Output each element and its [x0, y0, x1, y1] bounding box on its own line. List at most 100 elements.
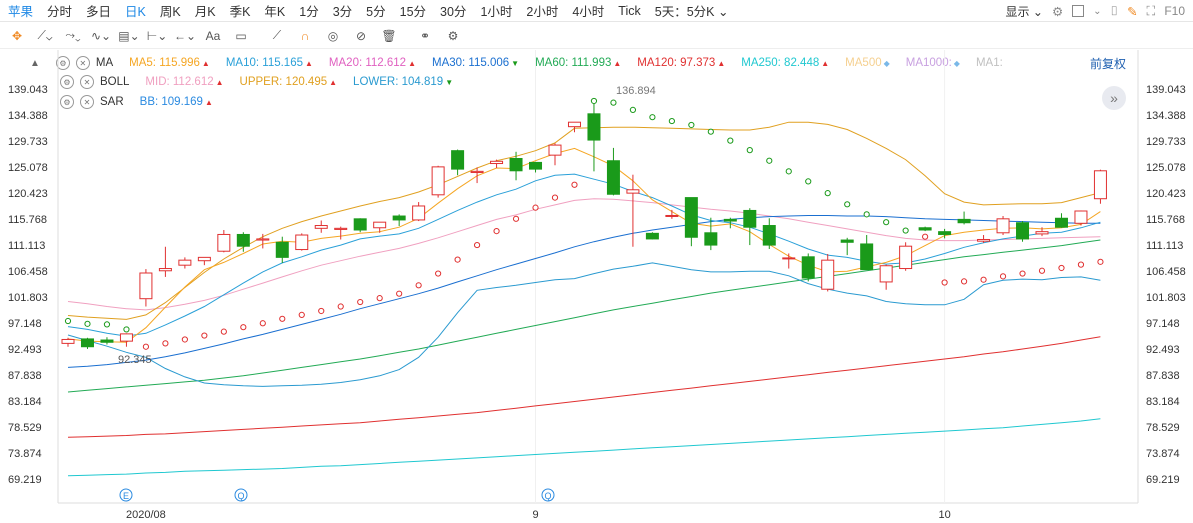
period-tab-11[interactable]: 30分	[440, 1, 466, 20]
period-bar: 苹果 分时 多日 日K 周K 月K 季K 年K 1分 3分 5分 15分 30分 1小时 2小时 4小时 Tic…	[0, 0, 1193, 22]
chevron-down-icon[interactable]: ⌄	[1093, 6, 1101, 17]
candle-body	[957, 218, 971, 224]
candle-body	[782, 257, 796, 260]
symbol-tab[interactable]: 苹果	[8, 1, 33, 20]
sar-dot	[746, 147, 753, 154]
y-tick-right: 125.078	[1146, 162, 1186, 174]
y-tick-left: 120.423	[8, 188, 48, 200]
period-tab-1[interactable]: 多日	[86, 1, 111, 20]
candle-body	[548, 144, 562, 156]
sar-dot	[922, 233, 929, 240]
ruler-tool-icon[interactable]: ⟋	[266, 25, 288, 47]
sar-dot	[824, 190, 831, 197]
sar-dot	[844, 201, 851, 208]
hide-drawings-icon[interactable]: ◎	[322, 25, 344, 47]
candle-body	[295, 234, 309, 251]
candle-body	[1016, 222, 1030, 240]
y-tick-left: 139.043	[8, 84, 48, 96]
sar-dot	[980, 276, 987, 283]
checkbox-icon[interactable]	[1072, 5, 1085, 17]
y-tick-left: 125.078	[8, 162, 48, 174]
period-tab-3[interactable]: 周K	[160, 1, 181, 20]
candle-body	[743, 209, 757, 228]
candle-body	[80, 338, 94, 348]
period-tab-15[interactable]: Tick	[618, 4, 640, 18]
display-menu[interactable]: 显示 ⌄	[1006, 3, 1043, 20]
sar-dot	[259, 320, 266, 327]
period-tab-13[interactable]: 2小时	[526, 1, 558, 20]
candle-body	[821, 259, 835, 290]
period-tab-16[interactable]: 5天：5分K ⌄	[655, 1, 729, 20]
sar-dot	[201, 332, 208, 339]
x-tick-label: 2020/08	[126, 509, 166, 521]
lock-icon[interactable]: ⊘	[350, 25, 372, 47]
link-icon[interactable]: ⚭	[414, 25, 436, 47]
fullscreen-icon[interactable]: ⛶	[1147, 4, 1156, 19]
candle-body	[762, 225, 776, 246]
candle-body	[918, 227, 932, 231]
y-tick-right: 69.219	[1146, 474, 1180, 486]
period-tab-9[interactable]: 5分	[366, 1, 385, 20]
settings-icon[interactable]: ⚙	[1052, 4, 1063, 19]
wave-tool-icon[interactable]: ∿⌄	[90, 25, 112, 47]
f10-button[interactable]: F10	[1164, 4, 1185, 18]
candle-body	[1035, 231, 1049, 235]
period-tab-12[interactable]: 1小时	[480, 1, 512, 20]
candle-body	[61, 338, 75, 344]
x-tick-label: 9	[532, 509, 538, 521]
period-tab-10[interactable]: 15分	[400, 1, 426, 20]
sar-dot	[493, 228, 500, 235]
range-tool-icon[interactable]: ⊢⌄	[146, 25, 168, 47]
candle-body	[314, 225, 328, 229]
candle-body	[860, 243, 874, 271]
candle-body	[275, 241, 289, 258]
period-tab-2[interactable]: 日K	[125, 1, 146, 20]
camera-icon[interactable]: ⌷	[1111, 4, 1119, 19]
period-tab-8[interactable]: 3分	[333, 1, 352, 20]
period-tab-7[interactable]: 1分	[299, 1, 318, 20]
y-tick-right: 83.184	[1146, 396, 1180, 408]
sar-dot	[103, 321, 111, 328]
period-tab-5[interactable]: 季K	[230, 1, 251, 20]
text-tool-icon[interactable]: Aa	[202, 25, 224, 47]
sar-dot	[629, 106, 637, 114]
magnet-icon[interactable]: ∩	[294, 25, 316, 47]
candle-body	[1054, 217, 1068, 228]
y-tick-left: 101.803	[8, 292, 48, 304]
candle-body	[645, 232, 659, 240]
sar-dot	[298, 311, 305, 318]
sar-dot	[688, 121, 695, 129]
y-tick-right: 139.043	[1146, 84, 1186, 96]
event-marker-label: Q	[237, 491, 244, 501]
comment-tool-icon[interactable]: ▭	[230, 25, 252, 47]
candle-body	[840, 239, 854, 243]
y-tick-left: 115.768	[8, 214, 47, 226]
period-tab-14[interactable]: 4小时	[572, 1, 604, 20]
trend-tool-icon[interactable]: ⤳⌄	[62, 25, 84, 47]
sar-dot	[883, 219, 890, 226]
measure-tool-icon[interactable]: ▤⌄	[118, 25, 140, 47]
candle-body	[334, 227, 348, 230]
candle-body	[256, 238, 270, 241]
trash-icon[interactable]: 🗑	[378, 25, 400, 47]
line-tool-icon[interactable]: ⟋⌄	[34, 25, 56, 47]
y-tick-left: 111.113	[8, 240, 45, 252]
sar-dot	[785, 168, 792, 175]
period-tab-0[interactable]: 分时	[47, 1, 72, 20]
y-tick-right: 134.388	[1146, 110, 1186, 122]
candlestick-chart[interactable]: 139.043 139.043 134.388 134.388 129.733 129.7…	[0, 50, 1193, 523]
sar-dot	[1077, 261, 1085, 268]
crosshair-icon[interactable]: ✥	[6, 25, 28, 47]
candle-body	[977, 238, 991, 242]
arrow-tool-icon[interactable]: ←⌄	[174, 25, 196, 47]
candle-body	[431, 166, 445, 196]
pencil-icon[interactable]: ✎	[1127, 4, 1137, 19]
boll-upper-line	[67, 121, 1101, 320]
sar-dot	[960, 278, 968, 285]
period-tab-4[interactable]: 月K	[195, 1, 216, 20]
sar-dot	[435, 270, 442, 277]
toolbar-settings-icon[interactable]: ⚙	[442, 25, 464, 47]
candle-body	[217, 233, 231, 252]
sar-dot	[240, 324, 247, 331]
period-tab-6[interactable]: 年K	[264, 1, 285, 20]
